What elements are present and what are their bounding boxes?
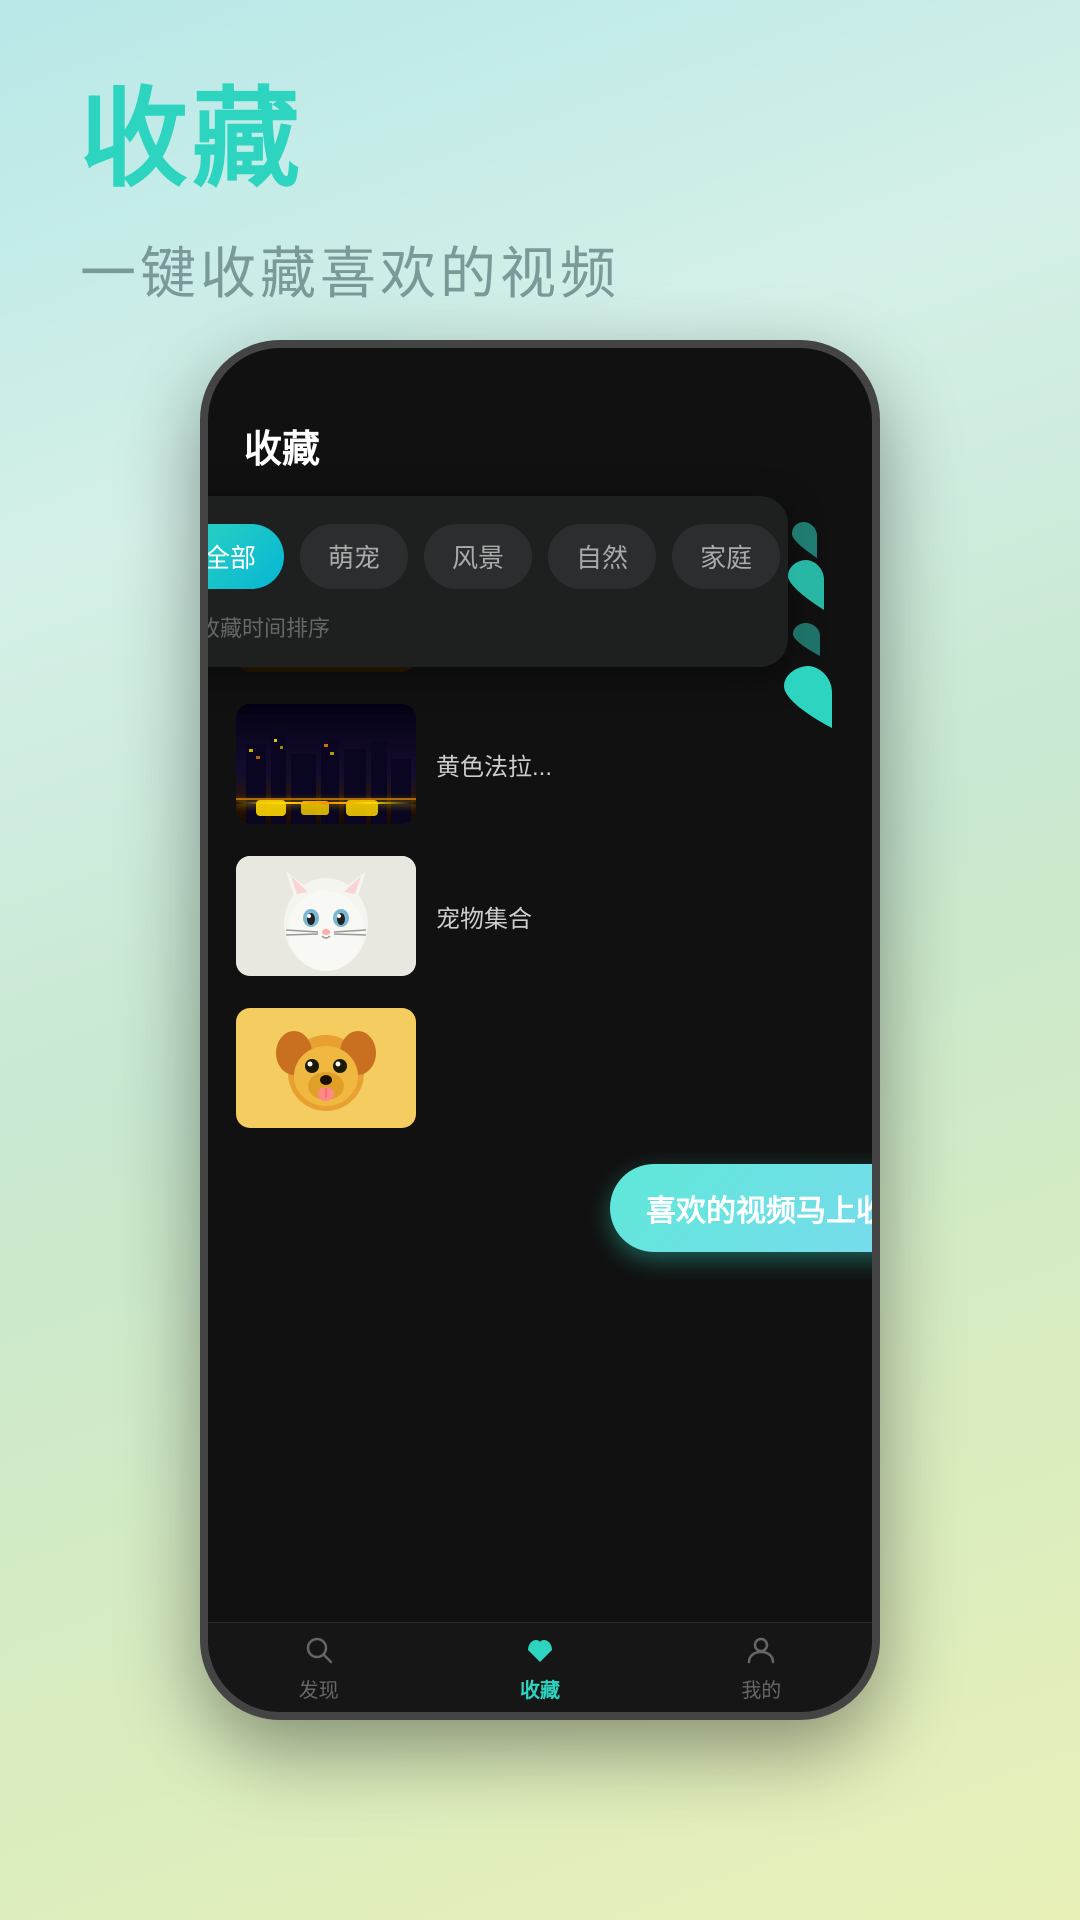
filter-tab-pets[interactable]: 萌宠	[300, 524, 408, 589]
nav-item-profile[interactable]: 我的	[741, 1632, 781, 1703]
nav-item-discover[interactable]: 发现	[299, 1632, 339, 1703]
hero-section: 收藏 一键收藏喜欢的视频	[80, 80, 620, 310]
video-info: 宠物集合	[436, 899, 844, 934]
video-thumbnail-dog	[236, 1008, 416, 1128]
video-title: 宠物集合	[436, 906, 532, 933]
nav-label-favorites: 收藏	[520, 1674, 560, 1703]
phone-screen: 收藏	[208, 348, 872, 1712]
nav-label-discover: 发现	[299, 1674, 339, 1703]
tooltip-bubble: 喜欢的视频马上收藏	[610, 1164, 872, 1252]
filter-tab-nature[interactable]: 自然	[548, 524, 656, 589]
main-title: 收藏	[80, 80, 620, 199]
profile-icon	[743, 1632, 779, 1668]
hearts-container	[752, 508, 872, 733]
phone-frame: 收藏	[200, 340, 880, 1720]
phone-mockup: 收藏	[200, 340, 880, 1720]
filter-tab-all[interactable]: 全部	[208, 524, 284, 589]
nav-label-profile: 我的	[741, 1674, 781, 1703]
hearts-svg	[752, 508, 862, 728]
filter-tabs: 全部 萌宠 风景 自然 家庭	[208, 524, 760, 589]
discover-icon	[301, 1632, 337, 1668]
sub-title: 一键收藏喜欢的视频	[80, 229, 620, 310]
list-item[interactable]	[208, 992, 872, 1144]
list-item[interactable]: 宠物集合	[208, 840, 872, 992]
video-thumbnail-city	[236, 704, 416, 824]
bottom-nav: 发现 收藏	[208, 1622, 872, 1712]
favorites-icon	[522, 1632, 558, 1668]
video-info: 黄色法拉...	[436, 747, 844, 782]
filter-tab-scenery[interactable]: 风景	[424, 524, 532, 589]
nav-item-favorites[interactable]: 收藏	[520, 1632, 560, 1703]
filter-panel: 全部 萌宠 风景 自然 家庭 按收藏时间排序	[208, 496, 788, 667]
video-title: 黄色法拉...	[436, 754, 552, 781]
screen-title: 收藏	[244, 429, 320, 471]
phone-notch	[526, 366, 554, 394]
video-thumbnail-cat	[236, 856, 416, 976]
sort-label: 按收藏时间排序	[208, 611, 760, 643]
